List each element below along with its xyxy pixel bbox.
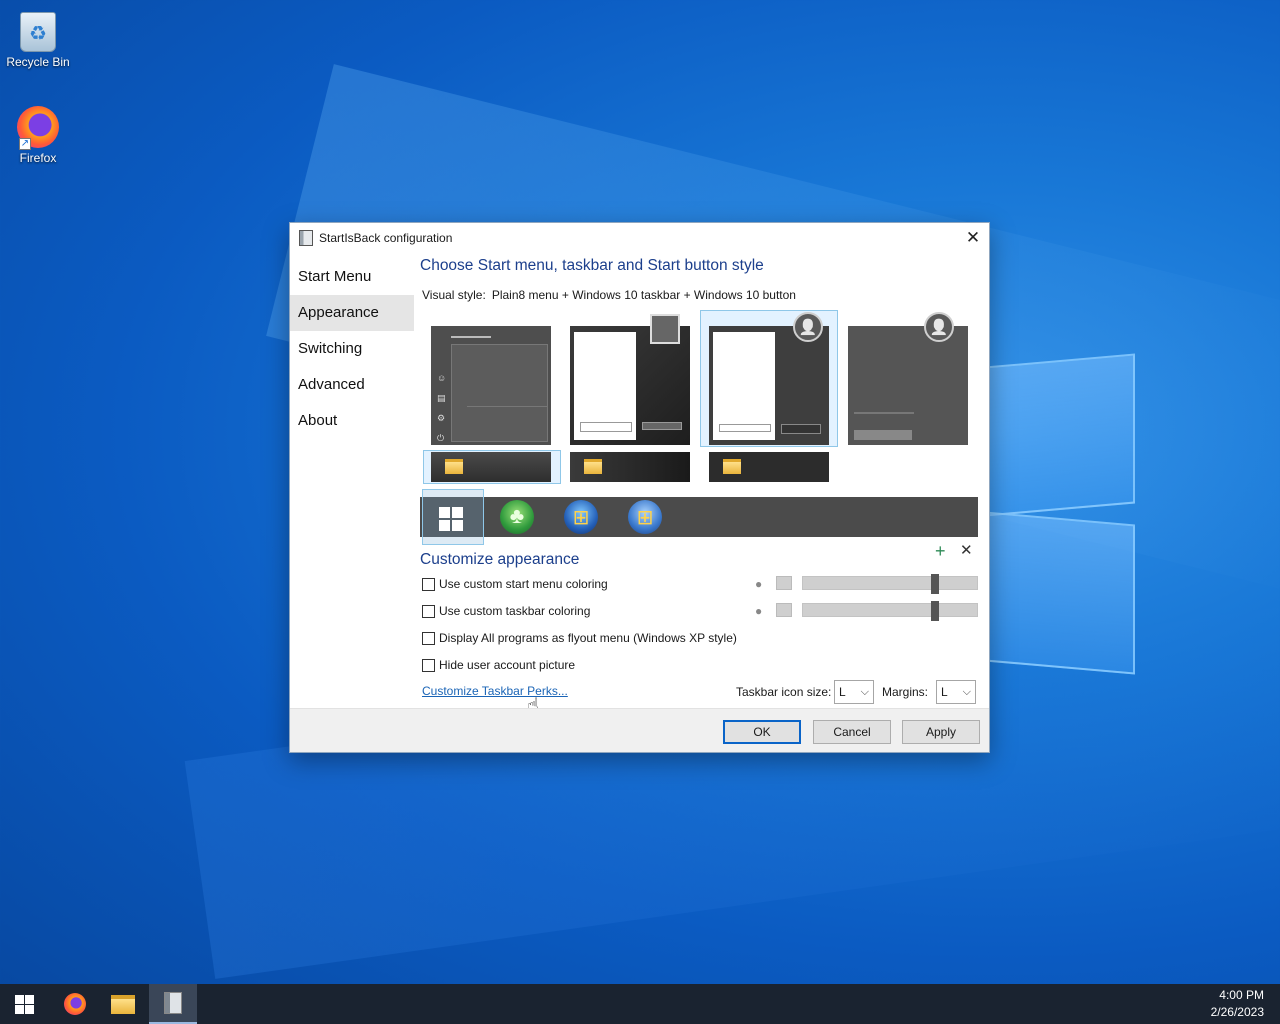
checkbox-flyout-all-programs[interactable]: Display All programs as flyout menu (Win… [422,631,737,645]
nav-item-start-menu[interactable]: Start Menu [290,259,414,295]
settings-nav: Start Menu Appearance Switching Advanced… [290,259,414,439]
startisback-app-icon [299,230,313,246]
customize-heading: Customize appearance [420,551,580,568]
system-clock[interactable]: 4:00 PM 2/26/2023 [1211,987,1264,1021]
taskbar-file-explorer[interactable] [99,984,147,1024]
menu-style-windows10[interactable]: ☺ ▤ ⚙ ⏻ [431,326,551,445]
taskbar-style-windows10[interactable] [431,452,551,482]
color-drop-icon: ● [755,577,763,591]
user-avatar-icon [793,312,823,342]
visual-style-label: Visual style: [422,288,486,302]
checkbox-label: Use custom start menu coloring [439,577,608,591]
margins-value: L [941,685,948,699]
checkbox-label: Use custom taskbar coloring [439,604,591,618]
dialog-footer: OK Cancel Apply [290,708,989,752]
visual-style-value: Plain8 menu + Windows 10 taskbar + Windo… [491,288,796,302]
desktop-icon-recycle-bin[interactable]: Recycle Bin [0,8,76,69]
slider-knob[interactable] [930,574,939,594]
clock-date: 2/26/2023 [1210,1005,1264,1019]
start-button[interactable] [0,984,48,1024]
windows-logo-icon [439,507,463,531]
visual-style-readout: Visual style: Plain8 menu + Windows 10 ta… [422,288,796,302]
nav-item-about[interactable]: About [290,403,414,439]
remove-icon[interactable]: ✕ [960,541,973,559]
apply-button[interactable]: Apply [902,720,980,744]
color-drop-icon: ● [755,604,763,618]
taskbar-startisback[interactable] [149,984,197,1024]
checkbox-custom-taskbar-coloring[interactable]: Use custom taskbar coloring [422,604,590,618]
margins-select[interactable]: L ⌵ [936,680,976,704]
folder-icon [111,995,135,1014]
shortcut-arrow-icon: ↗ [19,138,31,150]
recycle-bin-icon [20,12,56,52]
folder-icon [723,459,741,474]
slider-knob[interactable] [930,601,939,621]
taskbar-icon-size-select[interactable]: L ⌵ [834,680,874,704]
taskbar-style-windows7[interactable] [570,452,690,482]
ok-button[interactable]: OK [723,720,801,744]
customize-taskbar-perks-link[interactable]: Customize Taskbar Perks... [422,684,568,698]
checkbox-custom-start-menu-coloring[interactable]: Use custom start menu coloring [422,577,608,591]
checkbox-box[interactable] [422,658,435,672]
folder-icon [445,459,463,474]
menu-style-windows7[interactable] [570,314,690,445]
checkbox-box[interactable] [422,631,435,645]
checkbox-label: Display All programs as flyout menu (Win… [439,631,737,645]
nav-item-switching[interactable]: Switching [290,331,414,367]
margins-label: Margins: [882,685,929,699]
desktop-icon-label: Recycle Bin [6,55,70,69]
menu-side-icons: ☺ ▤ ⚙ ⏻ [437,373,447,443]
close-icon: ✕ [965,228,981,247]
style-heading: Choose Start menu, taskbar and Start but… [420,257,764,274]
startisback-config-dialog: StartIsBack configuration ✕ Start Menu A… [289,222,990,753]
user-picture-icon [650,314,680,344]
windows-wallpaper-logo [985,353,1140,675]
taskbar-opacity-slider[interactable] [802,601,978,621]
add-icon[interactable]: + [935,541,946,562]
taskbar-color-swatch[interactable] [776,603,792,617]
clock-time: 4:00 PM [1219,988,1264,1002]
start-button-style-windows10[interactable] [420,497,484,537]
start-button-style-strip [420,489,978,545]
desktop-icon-label: Firefox [19,151,57,165]
start-button-style-clover[interactable] [500,500,534,534]
chevron-down-icon: ⌵ [860,686,869,698]
firefox-icon: ↗ [17,106,59,150]
start-button-style-windows7-orb[interactable] [564,500,598,534]
start-menu-opacity-slider[interactable] [802,574,978,594]
windows-taskbar: 4:00 PM 2/26/2023 [0,984,1280,1024]
windows-logo-icon [15,995,34,1014]
menu-style-plain8[interactable] [709,312,829,445]
nav-item-advanced[interactable]: Advanced [290,367,414,403]
nav-item-appearance[interactable]: Appearance [290,295,414,331]
checkbox-label: Hide user account picture [439,658,576,672]
user-avatar-icon [924,312,954,342]
start-button-style-windows-orb[interactable] [628,500,662,534]
menu-style-windows10-plain[interactable] [848,312,968,445]
desktop-icon-firefox[interactable]: ↗ Firefox [0,106,76,165]
cancel-button[interactable]: Cancel [813,720,891,744]
window-title: StartIsBack configuration [319,231,453,245]
checkbox-box[interactable] [422,577,435,591]
checkbox-hide-user-picture[interactable]: Hide user account picture [422,658,575,672]
chevron-down-icon: ⌵ [962,686,971,698]
folder-icon [584,459,602,474]
taskbar-icon-size-value: L [839,685,846,699]
taskbar-icon-size-label: Taskbar icon size: [736,685,832,699]
startisback-app-icon [164,992,182,1014]
title-bar[interactable]: StartIsBack configuration [290,223,989,253]
firefox-icon [64,993,86,1015]
start-menu-color-swatch[interactable] [776,576,792,590]
appearance-panel: Choose Start menu, taskbar and Start but… [420,257,980,302]
close-button[interactable]: ✕ [957,223,989,253]
checkbox-box[interactable] [422,604,435,618]
taskbar-firefox[interactable] [50,984,98,1024]
taskbar-style-windows8[interactable] [709,452,829,482]
